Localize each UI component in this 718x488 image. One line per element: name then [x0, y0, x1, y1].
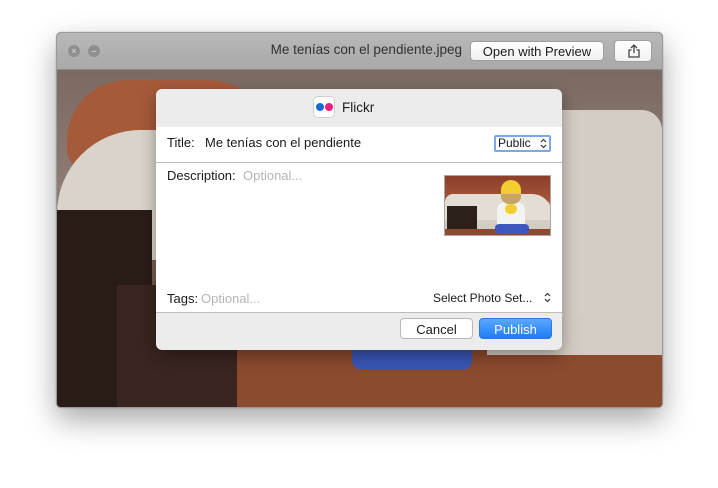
photo-set-select[interactable]: Select Photo Set... — [433, 291, 551, 307]
sheet-header: Flickr — [156, 89, 562, 127]
flickr-blue-dot — [316, 103, 324, 111]
photo-set-value: Select Photo Set... — [433, 291, 533, 305]
thumbnail-shape — [505, 204, 517, 214]
privacy-select[interactable]: Public — [494, 135, 551, 152]
cancel-button[interactable]: Cancel — [400, 318, 473, 339]
share-button[interactable] — [614, 40, 652, 62]
photo-thumbnail — [444, 175, 551, 236]
tags-field[interactable]: Optional... — [201, 291, 260, 306]
thumbnail-shape — [495, 224, 529, 234]
share-icon — [628, 44, 640, 58]
window-title: Me tenías con el pendiente.jpeg — [270, 42, 462, 57]
sheet-title: Flickr — [342, 100, 375, 115]
description-field[interactable]: Optional... — [243, 168, 302, 183]
minimize-button[interactable]: – — [88, 45, 100, 57]
divider — [156, 312, 562, 313]
description-label: Description: — [167, 168, 236, 183]
updown-chevron-icon — [544, 292, 551, 303]
updown-chevron-icon — [540, 138, 547, 149]
flickr-icon — [313, 96, 335, 118]
privacy-value: Public — [498, 136, 531, 150]
flickr-pink-dot — [325, 103, 333, 111]
flickr-share-sheet: Flickr Title: Me tenías con el pendiente… — [156, 89, 562, 350]
open-with-preview-button[interactable]: Open with Preview — [470, 41, 604, 61]
title-label: Title: — [167, 135, 195, 150]
close-button[interactable]: × — [68, 45, 80, 57]
publish-button[interactable]: Publish — [479, 318, 552, 339]
title-bar: × – Me tenías con el pendiente.jpeg Open… — [57, 33, 662, 70]
title-field[interactable]: Me tenías con el pendiente — [205, 135, 361, 150]
tags-label: Tags: — [167, 291, 199, 306]
